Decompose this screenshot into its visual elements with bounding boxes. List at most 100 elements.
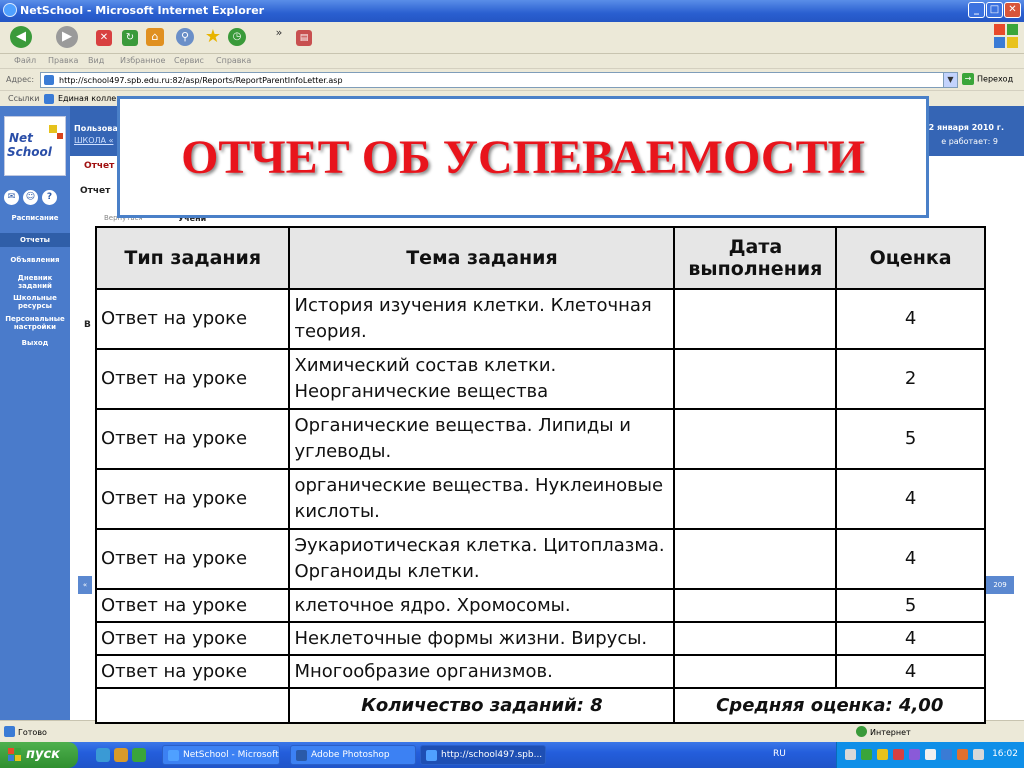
cell-grade: 4 — [835, 468, 986, 530]
scroll-left-button[interactable]: « — [78, 576, 92, 594]
tray-app-icon[interactable] — [973, 749, 984, 760]
favorites-star-icon[interactable]: ★ — [202, 26, 224, 48]
menu-edit[interactable]: Правка — [48, 56, 78, 65]
tray-app-icon[interactable] — [941, 749, 952, 760]
menu-favorites[interactable]: Избранное — [120, 56, 165, 65]
cell-topic: Многообразие организмов. — [288, 654, 676, 689]
table-row: Ответ на уроке Неклеточные формы жизни. … — [94, 621, 986, 656]
cell-date — [673, 348, 838, 410]
school-link[interactable]: ШКОЛА « — [74, 136, 113, 145]
minimize-button[interactable]: _ — [968, 2, 985, 18]
users-icon[interactable]: ☺ — [23, 190, 38, 205]
sidebar-item-resources[interactable]: Школьные ресурсы — [0, 294, 70, 310]
tray-app-icon[interactable] — [861, 749, 872, 760]
address-input[interactable]: http://school497.spb.edu.ru:82/asp/Repor… — [40, 72, 958, 88]
stop-icon[interactable]: ✕ — [96, 30, 112, 46]
mail-icon[interactable]: ✉ — [4, 190, 19, 205]
forward-arrow-icon[interactable]: ▶ — [56, 26, 78, 48]
sidebar-icons: ✉ ☺? — [4, 184, 61, 205]
cell-type: Ответ на уроке — [94, 621, 291, 656]
language-indicator[interactable]: RU — [773, 749, 786, 759]
table-row: Ответ на уроке клеточное ядро. Хромосомы… — [94, 588, 986, 623]
menu-tools[interactable]: Сервис — [174, 56, 204, 65]
tray-network-icon[interactable] — [845, 749, 856, 760]
go-arrow-icon: → — [962, 73, 974, 85]
taskbar: пуск NetSchool - Microsoft... Adobe Phot… — [0, 742, 1024, 768]
table-row: Ответ на уроке Органические вещества. Ли… — [94, 408, 986, 470]
tray-volume-icon[interactable] — [925, 749, 936, 760]
start-label: пуск — [26, 747, 60, 762]
home-icon[interactable]: ⌂ — [146, 28, 164, 46]
cell-date — [673, 588, 838, 623]
back-arrow-icon[interactable]: ◀ — [10, 26, 32, 48]
task-photoshop[interactable]: Adobe Photoshop — [290, 745, 416, 765]
cell-grade: 5 — [835, 588, 986, 623]
task-label: NetSchool - Microsoft... — [183, 750, 280, 760]
toolbar-overflow-icon[interactable]: » — [268, 22, 290, 44]
cell-type: Ответ на уроке — [94, 528, 291, 590]
menu-view[interactable]: Вид — [88, 56, 104, 65]
ie-logo-icon — [3, 3, 17, 17]
history-icon[interactable]: ◷ — [228, 28, 246, 46]
sidebar-item-announcements[interactable]: Объявления — [0, 256, 70, 264]
report-title: ОТЧЕТ ОБ УСПЕВАЕМОСТИ — [181, 130, 865, 184]
desktop-quicklaunch-icon[interactable] — [132, 748, 146, 762]
page-done-icon — [4, 726, 15, 737]
system-tray: RU 16:02 — [773, 742, 1024, 768]
ie-task-icon — [426, 750, 437, 761]
search-icon[interactable]: ⚲ — [176, 28, 194, 46]
cell-topic: органические вещества. Нуклеиновые кисло… — [288, 468, 676, 530]
report-title-banner: ОТЧЕТ ОБ УСПЕВАЕМОСТИ — [117, 96, 929, 218]
sidebar: Net School ✉ ☺? Расписание Отчеты Объявле… — [0, 106, 70, 720]
cell-grade: 4 — [835, 288, 986, 350]
cell-date — [673, 621, 838, 656]
tray-app-icon[interactable] — [909, 749, 920, 760]
maximize-button[interactable]: □ — [986, 2, 1003, 18]
footer-empty-cell — [94, 687, 291, 724]
logo-square-yellow — [49, 125, 57, 133]
tray-app-icon[interactable] — [957, 749, 968, 760]
cell-topic: Органические вещества. Липиды и углеводы… — [288, 408, 676, 470]
ie-quicklaunch-icon[interactable] — [96, 748, 110, 762]
cell-topic: История изучения клетки. Клеточная теори… — [288, 288, 676, 350]
sidebar-item-settings[interactable]: Персональные настройки — [0, 315, 70, 331]
scroll-right-button[interactable]: 209 — [986, 576, 1014, 594]
photoshop-task-icon — [296, 750, 307, 761]
cell-type: Ответ на уроке — [94, 288, 291, 350]
header-task-type: Тип задания — [94, 226, 291, 290]
sidebar-item-diary[interactable]: Дневник заданий — [0, 274, 70, 290]
tray-app-icon[interactable] — [877, 749, 888, 760]
close-button[interactable]: ✕ — [1004, 2, 1021, 18]
task-label: http://school497.spb... — [441, 750, 543, 760]
online-count: е работает: 9 — [941, 137, 998, 146]
refresh-icon[interactable]: ↻ — [122, 30, 138, 46]
address-url: http://school497.spb.edu.ru:82/asp/Repor… — [59, 76, 343, 85]
menu-file[interactable]: Файл — [14, 56, 36, 65]
tray-antivirus-icon[interactable] — [893, 749, 904, 760]
user-name: Пользова — [74, 124, 118, 133]
browser-toolbar: ◀ ▶ ✕ ↻ ⌂ ⚲ ★ ◷ » ▤ — [0, 22, 1024, 54]
start-button[interactable]: пуск — [0, 742, 78, 768]
menu-help[interactable]: Справка — [216, 56, 251, 65]
table-row: Ответ на уроке История изучения клетки. … — [94, 288, 986, 350]
go-button[interactable]: → Переход — [962, 73, 1013, 85]
footer-task-count: Количество заданий: 8 — [288, 687, 676, 724]
chevron-down-icon[interactable]: ▼ — [943, 73, 957, 87]
cell-type: Ответ на уроке — [94, 348, 291, 410]
cell-topic: Химический состав клетки. Неорганические… — [288, 348, 676, 410]
firefox-quicklaunch-icon[interactable] — [114, 748, 128, 762]
links-item[interactable]: Единая колле — [58, 94, 116, 103]
window-titlebar: NetSchool - Microsoft Internet Explorer … — [0, 0, 1024, 22]
cell-grade: 4 — [835, 621, 986, 656]
help-icon[interactable]: ? — [42, 190, 57, 205]
go-label: Переход — [977, 74, 1014, 84]
task-browser[interactable]: http://school497.spb... — [420, 745, 546, 765]
table-row: Ответ на уроке Химический состав клетки.… — [94, 348, 986, 410]
print-icon[interactable]: ▤ — [296, 30, 312, 46]
cell-type: Ответ на уроке — [94, 588, 291, 623]
sidebar-item-reports[interactable]: Отчеты — [0, 233, 70, 247]
task-netschool[interactable]: NetSchool - Microsoft... — [162, 745, 280, 765]
sidebar-item-schedule[interactable]: Расписание — [0, 214, 70, 222]
sidebar-item-exit[interactable]: Выход — [0, 339, 70, 347]
cell-date — [673, 408, 838, 470]
